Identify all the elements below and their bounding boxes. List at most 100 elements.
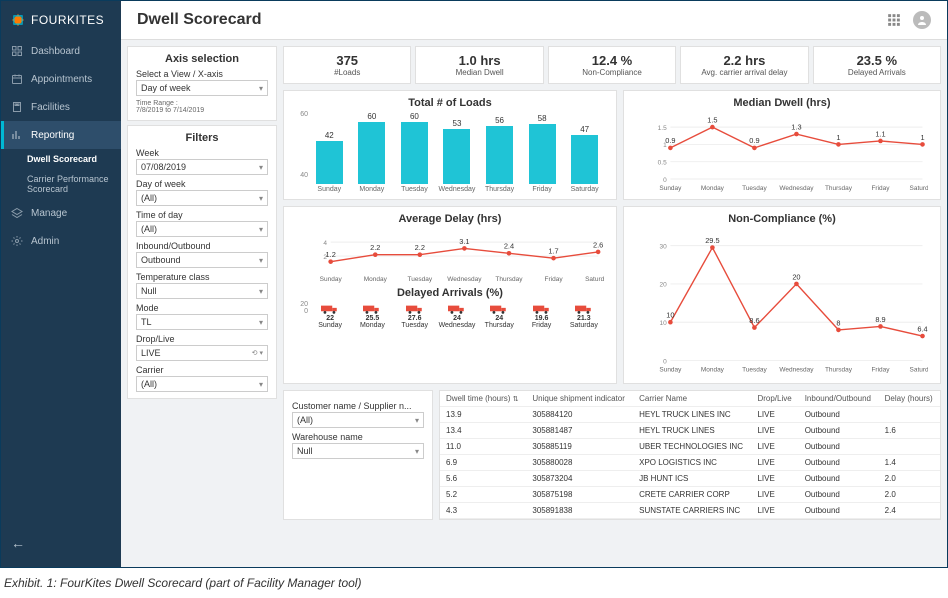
temperature-class-select[interactable]: Null▾ <box>136 283 268 299</box>
median-dwell-panel: Median Dwell (hrs) 1.510.500.91.50.91.31… <box>623 90 941 200</box>
svg-text:30: 30 <box>659 243 667 250</box>
week-select[interactable]: 07/08/2019▾ <box>136 159 268 175</box>
truck-col-friday: 19.6Friday <box>521 303 561 329</box>
sub-nav-dwell-scorecard[interactable]: Dwell Scorecard <box>1 149 121 169</box>
customer-name-select[interactable]: (All)▾ <box>292 412 424 428</box>
svg-text:Sunday: Sunday <box>659 367 682 374</box>
sub-nav-carrier-performance-scorecard[interactable]: Carrier Performance Scorecard <box>1 169 121 199</box>
svg-text:0: 0 <box>663 177 667 184</box>
nav-item-reporting[interactable]: Reporting <box>1 121 121 149</box>
user-avatar[interactable] <box>913 11 931 29</box>
nav-item-appointments[interactable]: Appointments <box>1 65 121 93</box>
median-dwell-title: Median Dwell (hrs) <box>632 97 932 109</box>
svg-text:0.9: 0.9 <box>749 136 759 145</box>
brand-logo: FOURKITES <box>1 9 121 37</box>
svg-text:8: 8 <box>836 318 840 327</box>
day-of-week-select[interactable]: (All)▾ <box>136 190 268 206</box>
truck-icon <box>406 303 424 315</box>
drop-live-label: Drop/Live <box>136 334 268 344</box>
noncompliance-chart: 30201001029.58.62088.96.4SundayMondayTue… <box>632 227 932 377</box>
svg-text:Friday: Friday <box>871 185 890 192</box>
svg-text:Monday: Monday <box>364 276 388 283</box>
drop-live-select[interactable]: LIVE⟲ ▾ <box>136 345 268 361</box>
content-body: Axis selection Select a View / X-axis Da… <box>121 40 947 567</box>
avg-delay-chart: 421.22.22.23.12.41.72.6SundayMondayTuesd… <box>292 227 608 283</box>
nav-item-admin[interactable]: Admin <box>1 227 121 255</box>
svg-text:29.5: 29.5 <box>705 236 719 245</box>
kpi-median-dwell: 1.0 hrsMedian Dwell <box>415 46 543 84</box>
col-1[interactable]: Unique shipment indicator <box>526 391 633 407</box>
truck-icon <box>448 303 466 315</box>
nav-item-manage[interactable]: Manage <box>1 199 121 227</box>
mode-select[interactable]: TL▾ <box>136 314 268 330</box>
delayed-arrivals-title: Delayed Arrivals (%) <box>292 287 608 299</box>
avg-delay-title: Average Delay (hrs) <box>292 213 608 225</box>
table-row[interactable]: 11.0305885119UBER TECHNOLOGIES INCLIVEOu… <box>440 439 940 455</box>
svg-text:2.6: 2.6 <box>593 240 603 249</box>
table-row[interactable]: 13.4305881487HEYL TRUCK LINESLIVEOutboun… <box>440 423 940 439</box>
col-5[interactable]: Delay (hours) <box>879 391 940 407</box>
svg-text:2.2: 2.2 <box>415 243 425 252</box>
carrier-select[interactable]: (All)▾ <box>136 376 268 392</box>
collapse-sidebar-arrow[interactable]: ← <box>1 527 121 559</box>
svg-text:Saturday: Saturday <box>585 276 604 283</box>
inbound-outbound-select[interactable]: Outbound▾ <box>136 252 268 268</box>
chart-icon <box>11 129 23 141</box>
temperature-class-label: Temperature class <box>136 272 268 282</box>
table-row[interactable]: 5.6305873204JB HUNT ICSLIVEOutbound2.0 <box>440 471 940 487</box>
svg-text:1.2: 1.2 <box>326 250 336 259</box>
svg-text:Tuesday: Tuesday <box>742 185 767 192</box>
svg-text:4: 4 <box>323 240 327 247</box>
page-header: Dwell Scorecard <box>121 1 947 40</box>
building-icon <box>11 101 23 113</box>
bottom-row: Customer name / Supplier n...(All)▾ Wareh… <box>283 390 941 520</box>
truck-col-saturday: 21.3Saturday <box>564 303 604 329</box>
col-4[interactable]: Inbound/Outbound <box>799 391 879 407</box>
kpi-delayed-arrivals: 23.5 %Delayed Arrivals <box>813 46 941 84</box>
col-2[interactable]: Carrier Name <box>633 391 751 407</box>
customer-name-label: Customer name / Supplier n... <box>292 401 424 411</box>
truck-icon <box>533 303 551 315</box>
nav-item-dashboard[interactable]: Dashboard <box>1 37 121 65</box>
col-0[interactable]: Dwell time (hours) ⇅ <box>440 391 526 407</box>
svg-text:Thursday: Thursday <box>825 367 853 374</box>
data-table-panel: Dwell time (hours) ⇅Unique shipment indi… <box>439 390 941 520</box>
warehouse-name-label: Warehouse name <box>292 432 424 442</box>
table-row[interactable]: 5.2305875198CRETE CARRIER CORPLIVEOutbou… <box>440 487 940 503</box>
svg-text:1.1: 1.1 <box>875 129 885 138</box>
calendar-icon <box>11 73 23 85</box>
svg-text:1: 1 <box>836 133 840 142</box>
apps-grid-icon[interactable] <box>887 13 901 27</box>
avg-delay-noncomp-left: Average Delay (hrs) 421.22.22.23.12.41.7… <box>283 206 617 384</box>
axis-view-select[interactable]: Day of week▾ <box>136 80 268 96</box>
table-row[interactable]: 13.9305884120HEYL TRUCK LINES INCLIVEOut… <box>440 407 940 423</box>
svg-text:0.9: 0.9 <box>665 136 675 145</box>
delayed-arrivals-chart: 20022Sunday25.5Monday27.6Tuesday24Wednes… <box>292 301 608 329</box>
time-of-day-select[interactable]: (All)▾ <box>136 221 268 237</box>
app-frame: FOURKITES DashboardAppointmentsFacilitie… <box>0 0 948 568</box>
table-row[interactable]: 4.3305891838SUNSTATE CARRIERS INCLIVEOut… <box>440 503 940 519</box>
loads-bar-chart: 604042Sunday60Monday60Tuesday53Wednesday… <box>292 111 608 193</box>
layers-icon <box>11 207 23 219</box>
svg-text:Sunday: Sunday <box>320 276 343 283</box>
svg-text:10: 10 <box>666 311 674 320</box>
truck-col-monday: 25.5Monday <box>352 303 392 329</box>
day-of-week-label: Day of week <box>136 179 268 189</box>
table-row[interactable]: 6.9305880028XPO LOGISTICS INCLIVEOutboun… <box>440 455 940 471</box>
svg-text:1.7: 1.7 <box>548 247 558 256</box>
bar-thursday: 56Thursday <box>480 126 519 193</box>
svg-text:8.9: 8.9 <box>875 315 885 324</box>
nav-item-facilities[interactable]: Facilities <box>1 93 121 121</box>
warehouse-name-select[interactable]: Null▾ <box>292 443 424 459</box>
svg-text:8.6: 8.6 <box>749 316 759 325</box>
axis-view-label: Select a View / X-axis <box>136 69 268 79</box>
loads-chart-panel: Total # of Loads 604042Sunday60Monday60T… <box>283 90 617 200</box>
carrier-label: Carrier <box>136 365 268 375</box>
svg-text:0: 0 <box>663 358 667 365</box>
extra-filters-panel: Customer name / Supplier n...(All)▾ Wareh… <box>283 390 433 520</box>
col-3[interactable]: Drop/Live <box>751 391 798 407</box>
gear-icon <box>11 235 23 247</box>
svg-text:1.3: 1.3 <box>791 122 801 131</box>
svg-text:Wednesday: Wednesday <box>779 367 814 374</box>
bar-wednesday: 53Wednesday <box>438 129 477 193</box>
